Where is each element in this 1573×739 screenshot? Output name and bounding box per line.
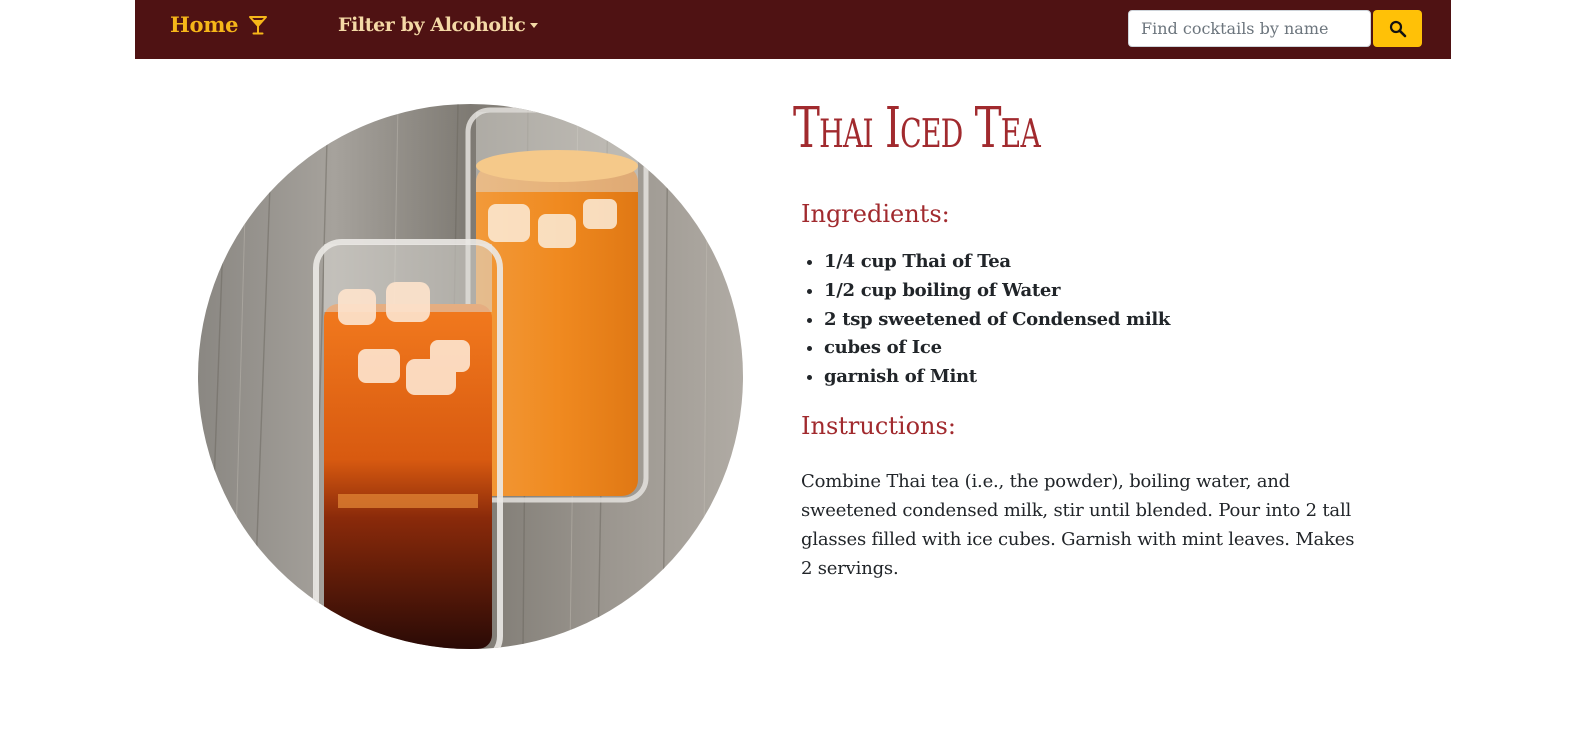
filter-alcoholic-dropdown[interactable]: Filter by Alcoholic <box>338 14 539 36</box>
ingredient-list: 1/4 cup Thai of Tea 1/2 cup boiling of W… <box>801 248 1170 392</box>
home-label: Home <box>170 12 239 37</box>
ingredients-heading: Ingredients: <box>801 200 950 228</box>
top-navbar: Home Filter by Alcoholic <box>135 0 1451 59</box>
ingredient-item: cubes of Ice <box>824 334 1170 363</box>
ingredient-item: garnish of Mint <box>824 363 1170 392</box>
instructions-text: Combine Thai tea (i.e., the powder), boi… <box>801 471 1355 579</box>
instructions-heading: Instructions: <box>801 412 956 440</box>
ingredient-item: 1/4 cup Thai of Tea <box>824 248 1170 277</box>
ingredient-item: 2 tsp sweetened of Condensed milk <box>824 306 1170 335</box>
cocktail-glass-icon <box>248 15 268 35</box>
ingredient-item: 1/2 cup boiling of Water <box>824 277 1170 306</box>
caret-down-icon <box>530 22 539 28</box>
drink-title: Thai Iced Tea <box>793 96 1041 161</box>
search-icon <box>1389 20 1407 38</box>
filter-alcoholic-label: Filter by Alcoholic <box>338 14 526 36</box>
drink-image <box>198 104 743 649</box>
home-link[interactable]: Home <box>170 12 268 37</box>
search-input[interactable] <box>1128 10 1371 47</box>
search-button[interactable] <box>1373 10 1422 47</box>
